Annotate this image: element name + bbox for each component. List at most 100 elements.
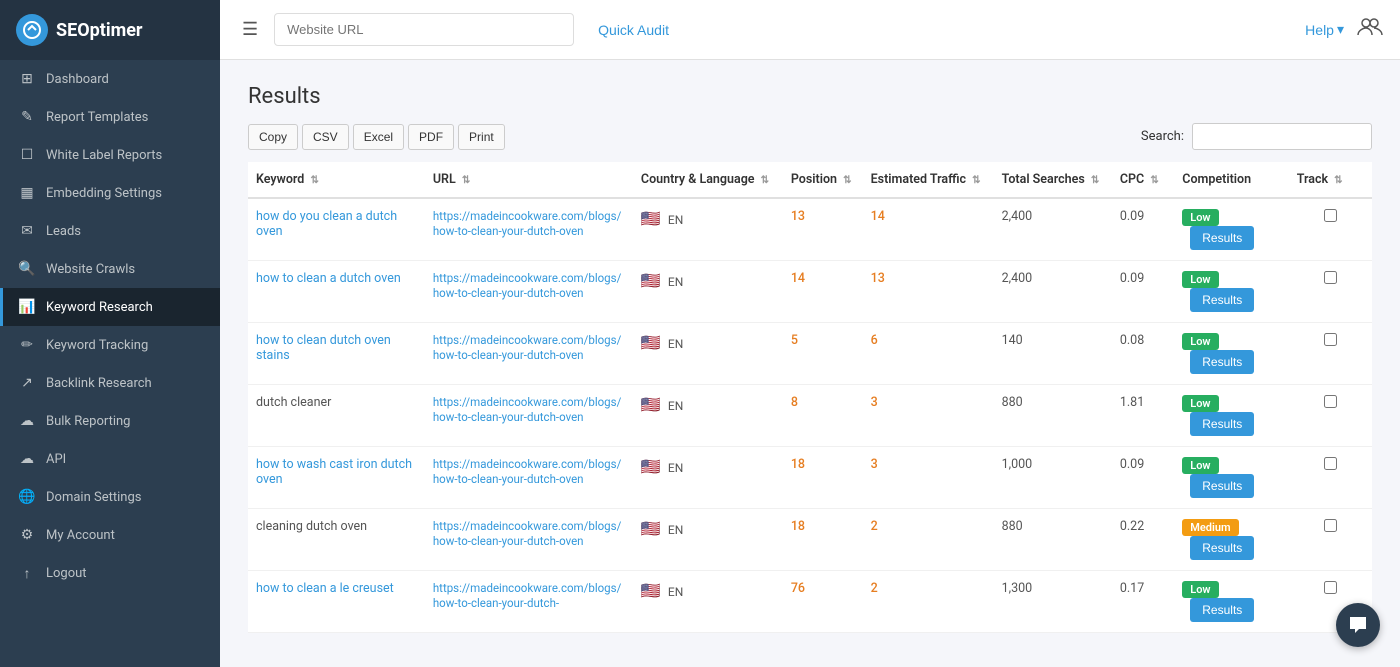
position-value: 76 — [791, 581, 805, 596]
sort-icon-searches: ⇅ — [1091, 175, 1099, 186]
flag-icon: 🇺🇸 — [641, 457, 661, 476]
chat-bubble[interactable] — [1336, 603, 1380, 647]
results-button[interactable]: Results — [1190, 288, 1254, 312]
sort-icon-track: ⇅ — [1334, 175, 1342, 186]
cell-traffic: 2 — [863, 571, 994, 633]
sidebar-item-logout[interactable]: ↑Logout — [0, 554, 220, 593]
col-header-traffic: Estimated Traffic ⇅ — [863, 162, 994, 198]
help-button[interactable]: Help ▾ — [1305, 21, 1344, 38]
topbar: ☰ Quick Audit Help ▾ — [220, 0, 1400, 60]
table-row: how to clean a le creuset https://madein… — [248, 571, 1372, 633]
flag-icon: 🇺🇸 — [641, 271, 661, 290]
cell-searches: 2,400 — [994, 261, 1112, 323]
help-label: Help — [1305, 22, 1334, 38]
competition-badge: Low — [1182, 395, 1218, 412]
export-btn-csv[interactable]: CSV — [302, 124, 349, 150]
cell-track — [1289, 323, 1372, 385]
results-button[interactable]: Results — [1190, 536, 1254, 560]
url-text: https://madeincookware.com/blogs/how-to-… — [433, 395, 621, 424]
search-area: Search: — [1141, 123, 1372, 150]
sort-icon-keyword: ⇅ — [310, 175, 318, 186]
track-checkbox[interactable] — [1324, 209, 1337, 222]
track-checkbox[interactable] — [1324, 271, 1337, 284]
sidebar-label-domain-settings: Domain Settings — [46, 490, 141, 505]
export-btn-copy[interactable]: Copy — [248, 124, 298, 150]
sidebar-item-my-account[interactable]: ⚙ My Account — [0, 516, 220, 554]
cell-track — [1289, 385, 1372, 447]
results-button[interactable]: Results — [1190, 350, 1254, 374]
cell-country: 🇺🇸 EN — [633, 509, 783, 571]
lang-text: EN — [668, 337, 683, 351]
export-btn-pdf[interactable]: PDF — [408, 124, 454, 150]
traffic-value: 14 — [871, 209, 885, 224]
track-checkbox[interactable] — [1324, 457, 1337, 470]
col-header-track: Track ⇅ — [1289, 162, 1372, 198]
quick-audit-button[interactable]: Quick Audit — [584, 14, 683, 46]
sidebar-item-keyword-tracking[interactable]: ✏Keyword Tracking — [0, 326, 220, 364]
table-toolbar: CopyCSVExcelPDFPrint Search: — [248, 123, 1372, 150]
sidebar-icon-keyword-tracking: ✏ — [18, 337, 36, 353]
keyword-text: cleaning dutch oven — [256, 519, 367, 534]
results-button[interactable]: Results — [1190, 474, 1254, 498]
users-icon[interactable] — [1356, 13, 1384, 46]
track-checkbox[interactable] — [1324, 333, 1337, 346]
cell-track — [1289, 447, 1372, 509]
sidebar-item-report-templates[interactable]: ✎Report Templates — [0, 98, 220, 136]
results-button[interactable]: Results — [1190, 598, 1254, 622]
results-button[interactable]: Results — [1190, 226, 1254, 250]
sidebar-label-bulk-reporting: Bulk Reporting — [46, 414, 130, 429]
keyword-link[interactable]: how to clean dutch oven stains — [256, 333, 391, 363]
sidebar-item-leads[interactable]: ✉Leads — [0, 212, 220, 250]
traffic-value: 6 — [871, 333, 878, 348]
sidebar-icon-logout: ↑ — [18, 565, 36, 582]
cell-searches: 880 — [994, 385, 1112, 447]
hamburger-button[interactable]: ☰ — [236, 13, 264, 46]
sidebar-item-domain-settings[interactable]: 🌐Domain Settings — [0, 478, 220, 516]
cell-url: https://madeincookware.com/blogs/how-to-… — [425, 509, 633, 571]
sidebar-item-bulk-reporting[interactable]: ☁Bulk Reporting — [0, 402, 220, 440]
keyword-link[interactable]: how to clean a le creuset — [256, 581, 394, 596]
search-input[interactable] — [1192, 123, 1372, 150]
sidebar-item-backlink-research[interactable]: ↗Backlink Research — [0, 364, 220, 402]
sidebar-item-keyword-research[interactable]: 📊Keyword Research — [0, 288, 220, 326]
cell-keyword: how to wash cast iron dutch oven — [248, 447, 425, 509]
cell-cpc: 0.08 — [1112, 323, 1174, 385]
position-value: 13 — [791, 209, 805, 224]
cell-searches: 1,300 — [994, 571, 1112, 633]
keyword-link[interactable]: how do you clean a dutch oven — [256, 209, 397, 239]
sidebar-item-api[interactable]: ☁API — [0, 440, 220, 478]
export-btn-print[interactable]: Print — [458, 124, 505, 150]
track-checkbox[interactable] — [1324, 395, 1337, 408]
track-checkbox[interactable] — [1324, 581, 1337, 594]
table-body: how do you clean a dutch oven https://ma… — [248, 198, 1372, 633]
sidebar-label-api: API — [46, 452, 66, 467]
position-value: 18 — [791, 519, 805, 534]
export-btn-excel[interactable]: Excel — [353, 124, 404, 150]
cell-country: 🇺🇸 EN — [633, 323, 783, 385]
cell-position: 5 — [783, 323, 863, 385]
sidebar-icon-my-account: ⚙ — [18, 527, 36, 543]
keyword-link[interactable]: how to wash cast iron dutch oven — [256, 457, 412, 487]
cell-url: https://madeincookware.com/blogs/how-to-… — [425, 447, 633, 509]
flag-icon: 🇺🇸 — [641, 395, 661, 414]
sidebar-item-embedding-settings[interactable]: ▦Embedding Settings — [0, 174, 220, 212]
sidebar-label-website-crawls: Website Crawls — [46, 262, 135, 277]
table-row: how to clean a dutch oven https://madein… — [248, 261, 1372, 323]
cell-cpc: 0.17 — [1112, 571, 1174, 633]
competition-badge: Low — [1182, 271, 1218, 288]
sidebar-logo: SEOptimer — [0, 0, 220, 60]
position-value: 5 — [791, 333, 798, 348]
sidebar-item-dashboard[interactable]: ⊞Dashboard — [0, 60, 220, 98]
url-input[interactable] — [274, 13, 574, 46]
track-checkbox[interactable] — [1324, 519, 1337, 532]
sidebar-icon-website-crawls: 🔍 — [18, 261, 36, 277]
cell-cpc: 1.81 — [1112, 385, 1174, 447]
results-button[interactable]: Results — [1190, 412, 1254, 436]
sidebar-label-my-account: My Account — [46, 528, 115, 543]
url-text: https://madeincookware.com/blogs/how-to-… — [433, 457, 621, 486]
sidebar-item-website-crawls[interactable]: 🔍 Website Crawls — [0, 250, 220, 288]
keyword-link[interactable]: how to clean a dutch oven — [256, 271, 401, 286]
table-header: Keyword ⇅ URL ⇅ Country & Language ⇅ Pos… — [248, 162, 1372, 198]
sidebar-item-white-label-reports[interactable]: ☐White Label Reports — [0, 136, 220, 174]
cell-country: 🇺🇸 EN — [633, 447, 783, 509]
